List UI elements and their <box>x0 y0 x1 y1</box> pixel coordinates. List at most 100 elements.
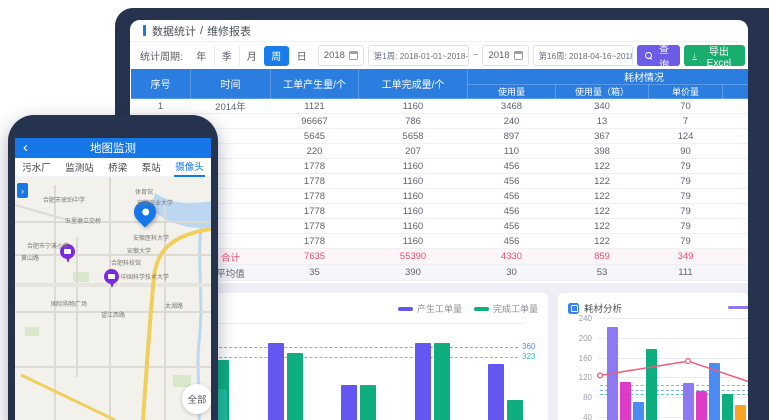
chart-legend: 产生工单量完成工单量 <box>398 302 538 315</box>
end-week-input[interactable]: 第16周: 2018-04-16~2018-04-22 <box>533 45 634 66</box>
bar <box>488 364 504 420</box>
bar <box>646 349 657 420</box>
y-axis-tick: 40 <box>562 413 592 420</box>
export-excel-button[interactable]: ↓ 导出Excel <box>684 45 745 66</box>
col-sub: 单价量 <box>649 85 723 99</box>
table-row: 42202071103989019 <box>131 144 749 159</box>
consumables-chart-title: 耗材分析 <box>568 301 622 315</box>
legend-swatch <box>474 307 489 311</box>
bar <box>287 353 303 420</box>
table-header: 序号 时间 工单产生量/个 工单完成量/个 耗材情况 使用量使用量（箱）单价量总… <box>131 69 749 99</box>
start-year-select[interactable]: 2018 <box>318 45 364 66</box>
bar <box>696 391 707 420</box>
map-place-label: 合肥科技馆 <box>111 258 141 267</box>
report-table: 序号 时间 工单产生量/个 工单完成量/个 耗材情况 使用量使用量（箱）单价量总… <box>130 68 748 281</box>
camera-pin[interactable] <box>104 269 119 284</box>
show-all-button[interactable]: 全部 <box>182 384 211 414</box>
y-axis-tick: 120 <box>562 373 592 382</box>
dashboard-panel: 数据统计 / 维修报表 统计周期: 年季月周日 2018 第1周: 2018-0… <box>130 20 748 420</box>
col-sub: 使用量 <box>468 85 556 99</box>
map-place-label: 合肥市宁溪小学 <box>27 241 69 250</box>
calendar-icon <box>514 51 523 60</box>
screenshot-stage: 数据统计 / 维修报表 统计周期: 年季月周日 2018 第1周: 2018-0… <box>0 0 769 420</box>
bar <box>633 402 644 420</box>
reference-label: 360 <box>522 342 535 351</box>
legend-swatch <box>398 307 413 311</box>
col-sub: 总量 <box>723 85 749 99</box>
consumables-chart: 耗材分析 2402001601208040 <box>558 293 748 420</box>
legend-item: 完成工单量 <box>474 302 538 315</box>
table-row: 6177811604561227967 <box>131 174 749 189</box>
gridline <box>598 318 748 319</box>
phone-tab[interactable]: 污水厂 <box>21 158 52 176</box>
table-row: 5177811604561227967 <box>131 159 749 174</box>
bar <box>434 343 450 420</box>
search-icon <box>645 52 652 60</box>
bar <box>735 405 746 420</box>
range-separator: ~ <box>473 50 479 61</box>
bar <box>620 382 631 420</box>
legend-item: 产生工单量 <box>398 302 462 315</box>
filter-bar: 统计周期: 年季月周日 2018 第1周: 2018-01-01~2018-01… <box>140 44 745 67</box>
period-option[interactable]: 周 <box>264 46 289 66</box>
map-place-label: 体育馆 <box>135 187 153 196</box>
y-axis-tick: 240 <box>562 314 592 323</box>
table-row: 12014年11211160346834070250 <box>131 99 749 114</box>
col-time: 时间 <box>191 69 271 99</box>
query-button[interactable]: 查询 <box>637 45 680 66</box>
export-button-label: 导出Excel <box>701 43 737 69</box>
phone-page-title: 地图监测 <box>90 140 136 156</box>
breadcrumb-page: 维修报表 <box>207 23 251 39</box>
table-row: 296667786240137690 <box>131 114 749 129</box>
back-chevron-icon[interactable]: ‹ <box>23 139 28 157</box>
period-option[interactable]: 月 <box>239 46 264 66</box>
map-view[interactable]: › 全部 合肥市琥珀中学体育馆安徽农业大学五里墩立交桥安徽医科大学合肥市宁溪小学… <box>15 177 211 420</box>
phone-tab[interactable]: 桥梁 <box>107 158 128 176</box>
gridline <box>598 377 748 378</box>
breadcrumb-accent-bar <box>143 25 146 36</box>
col-sub: 使用量（箱） <box>556 85 649 99</box>
bar <box>709 363 720 420</box>
phone-header: ‹ 地图监测 <box>15 138 211 158</box>
map-place-label: 国际购物广场 <box>51 299 87 308</box>
map-place-label: 中国科学技术大学 <box>121 272 169 281</box>
col-completed: 工单完成量/个 <box>359 69 468 99</box>
table-row: 9177811604561227967 <box>131 219 749 234</box>
bar <box>507 400 523 420</box>
phone-tab[interactable]: 摄像头 <box>174 157 205 177</box>
map-place-label: 望江西路 <box>101 310 125 319</box>
map-place-label: 安徽农业大学 <box>137 198 173 207</box>
breadcrumb: 数据统计 / 维修报表 <box>130 20 748 42</box>
bar <box>722 394 733 420</box>
bar <box>683 383 694 420</box>
phone-tab[interactable]: 监测站 <box>64 158 95 176</box>
phone-tab[interactable]: 泵站 <box>141 158 162 176</box>
table-row: 7177811604561227967 <box>131 189 749 204</box>
phone-tab-bar: 污水厂监测站桥梁泵站摄像头 <box>15 158 211 177</box>
start-year-value: 2018 <box>324 50 345 61</box>
cropped-legend-swatch <box>728 306 748 309</box>
map-roads-graphic <box>15 177 211 420</box>
period-option[interactable]: 日 <box>289 46 314 66</box>
col-created: 工单产生量/个 <box>271 69 359 99</box>
map-place-label: 黄山路 <box>21 253 39 262</box>
period-option[interactable]: 季 <box>214 46 239 66</box>
breadcrumb-section: 数据统计 <box>152 23 196 39</box>
col-group-consumables: 耗材情况 <box>468 69 749 85</box>
bar <box>415 343 431 420</box>
end-year-value: 2018 <box>488 50 509 61</box>
map-place-label: 五里墩立交桥 <box>65 216 101 225</box>
chart-title-icon <box>568 303 579 314</box>
y-axis-tick: 80 <box>562 393 592 402</box>
gridline <box>598 358 748 359</box>
col-index: 序号 <box>131 69 191 99</box>
total-row: 合计7635553904330859349330 <box>131 249 749 265</box>
report-table-wrap: 序号 时间 工单产生量/个 工单完成量/个 耗材情况 使用量使用量（箱）单价量总… <box>130 68 748 281</box>
period-option[interactable]: 年 <box>189 46 214 66</box>
map-place-label: 安徽大学 <box>127 246 151 255</box>
table-row: 8177811604561227967 <box>131 204 749 219</box>
map-expand-button[interactable]: › <box>17 183 28 198</box>
end-year-select[interactable]: 2018 <box>482 45 528 66</box>
period-segmented-control: 年季月周日 <box>189 46 314 66</box>
start-week-input[interactable]: 第1周: 2018-01-01~2018-01-07 <box>368 45 469 66</box>
